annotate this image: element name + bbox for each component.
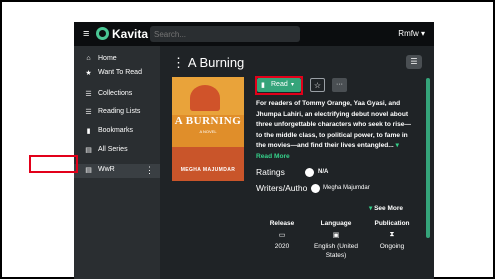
more-actions-button[interactable]: ··· [332, 78, 347, 92]
kavita-logo-icon[interactable] [96, 27, 109, 40]
sidebar-item-label: Reading Lists [98, 108, 141, 115]
highlight-box-read [255, 76, 303, 95]
sidebar-item-label: All Series [98, 146, 128, 153]
want-to-read-button[interactable]: ☆ [310, 78, 325, 92]
language-label: Language [320, 220, 352, 227]
home-icon: ⌂ [86, 55, 91, 62]
calendar-icon: ▭ [278, 232, 286, 239]
writers-label: Writers/Autho [256, 183, 308, 193]
grid-icon: ▤ [85, 147, 92, 154]
star-icon: ★ [85, 70, 92, 77]
person-icon [311, 184, 320, 193]
sidebar-item-want-to-read[interactable]: ★ Want To Read [74, 67, 160, 81]
search-input[interactable] [154, 28, 294, 40]
ellipsis-icon: ··· [336, 81, 343, 88]
hourglass-icon: ⧗ [389, 231, 395, 238]
sidebar-item-all-series[interactable]: ▤ All Series [74, 144, 160, 158]
series-cover-image[interactable]: A BURNING A NOVEL MEGHA MAJUMDAR [172, 77, 244, 181]
release-label: Release [269, 220, 295, 227]
brand-name[interactable]: Kavita [112, 27, 148, 41]
sidebar-item-label: Bookmarks [98, 127, 134, 134]
sidebar-item-collections[interactable]: ☰ Collections [74, 88, 160, 102]
bookmark-icon: ▮ [86, 128, 91, 135]
list-icon: ☰ [85, 91, 92, 98]
cover-subtitle: A NOVEL [199, 129, 217, 134]
page-title: ⋮ A Burning [172, 55, 245, 70]
scrollbar[interactable] [426, 78, 430, 238]
search-box[interactable] [150, 26, 300, 42]
library-icon: ▤ [85, 167, 92, 174]
publication-label: Publication [374, 220, 410, 227]
star-outline-icon: ☆ [313, 81, 322, 90]
see-more-label: See More [374, 205, 403, 212]
ratings-label: Ratings [256, 167, 285, 177]
series-title: A Burning [187, 55, 245, 70]
cover-title: A BURNING [174, 115, 242, 127]
cover-art-flame [190, 85, 220, 111]
top-navbar: ≡ Kavita Rmfw ▾ [74, 22, 434, 46]
read-more-label: Read More [256, 152, 290, 160]
user-name: Rmfw [398, 29, 419, 38]
highlight-box-wwr [29, 155, 78, 173]
sidebar-item-reading-lists[interactable]: ☰ Reading Lists [74, 106, 160, 120]
author-name[interactable]: Megha Majumdar [323, 185, 370, 191]
sidebar: ⌂ Home ★ Want To Read ☰ Collections ☰ Re… [74, 46, 160, 279]
kebab-menu-icon[interactable]: ⋮ [145, 165, 154, 176]
filter-icon: ☰ [410, 57, 418, 66]
filter-button[interactable]: ☰ [406, 55, 422, 69]
rating-value: N/A [318, 169, 329, 175]
sidebar-item-home[interactable]: ⌂ Home [74, 53, 160, 67]
cover-art-ground [172, 147, 244, 181]
sidebar-item-wwr[interactable]: ▤ WwR ⋮ [74, 164, 160, 178]
cover-author: MEGHA MAJUMDAR [180, 167, 236, 173]
language-value: English (United States) [313, 243, 359, 259]
publication-value: Ongoing [379, 243, 405, 250]
kavita-app: ≡ Kavita Rmfw ▾ ⌂ Home ★ Want To Read ☰ … [74, 22, 434, 279]
sidebar-item-label: Want To Read [98, 69, 142, 76]
list-numbered-icon: ☰ [85, 109, 92, 116]
rating-icon [305, 168, 314, 177]
user-menu[interactable]: Rmfw ▾ [398, 29, 425, 38]
sidebar-item-bookmarks[interactable]: ▮ Bookmarks [74, 125, 160, 139]
menu-icon[interactable]: ≡ [83, 28, 89, 40]
summary-text: For readers of Tommy Orange, Yaa Gyasi, … [256, 100, 412, 149]
series-summary: For readers of Tommy Orange, Yaa Gyasi, … [256, 99, 416, 162]
see-more-link[interactable]: ▾ See More [369, 204, 403, 212]
release-value: 2020 [274, 243, 290, 250]
sidebar-item-label: Collections [98, 90, 133, 97]
language-icon: ▣ [332, 232, 340, 239]
sidebar-item-label: Home [98, 55, 117, 62]
sidebar-item-label: WwR [98, 166, 115, 173]
